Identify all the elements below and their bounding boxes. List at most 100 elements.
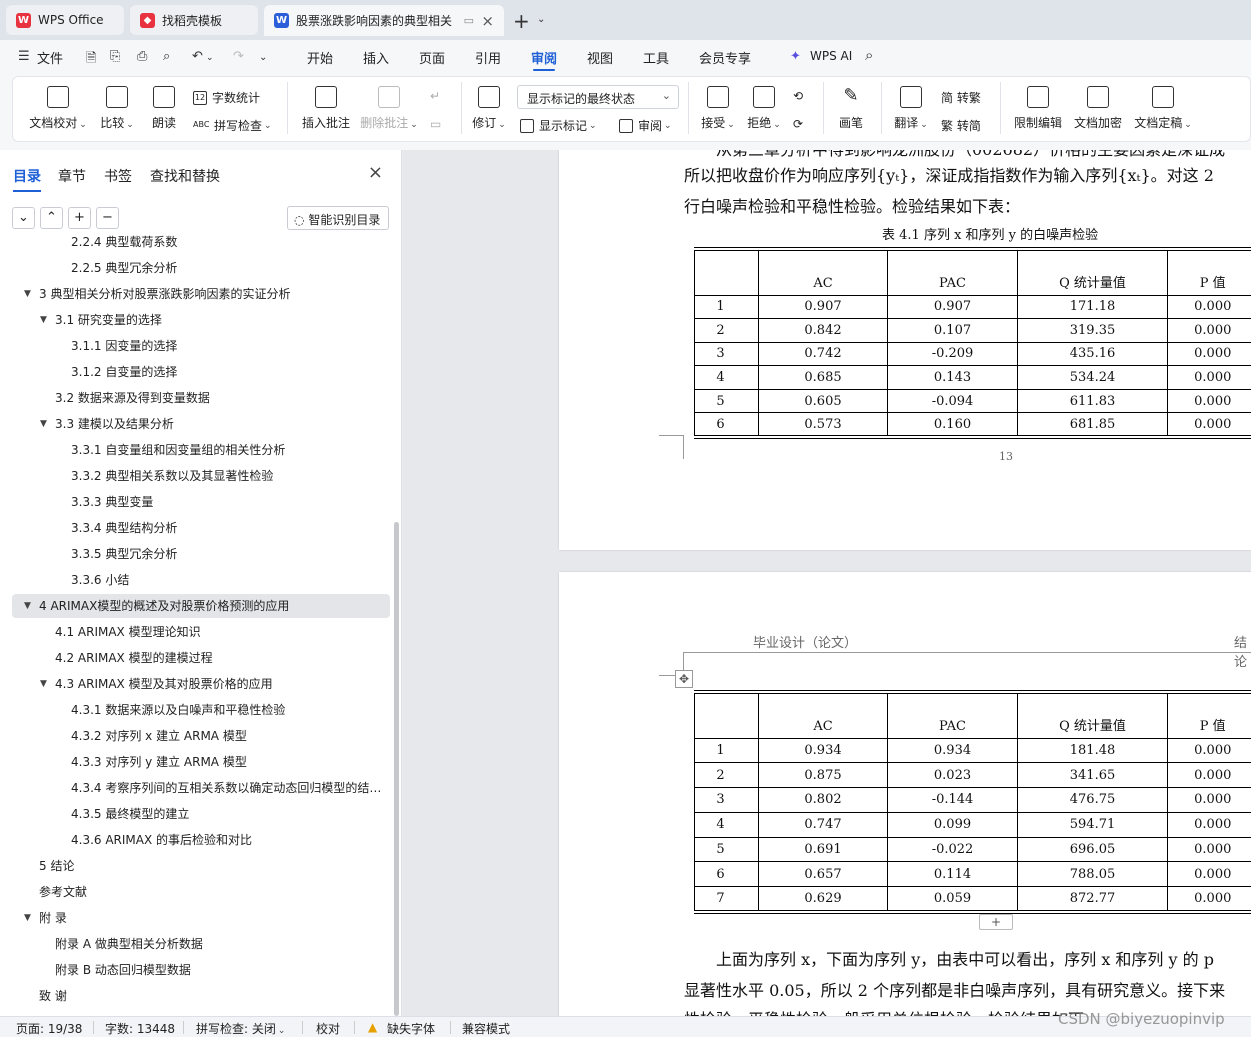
missing-font-status[interactable]: 缺失字体 — [387, 1020, 435, 1037]
menu-start[interactable]: 开始 — [307, 48, 333, 67]
show-markup-button[interactable]: 显示标记 ⌄ — [520, 117, 597, 134]
reject-button[interactable]: 拒绝 ⌄ — [746, 86, 782, 131]
tab-wps-office[interactable]: W WPS Office — [6, 5, 124, 35]
toc-item[interactable]: 4.3.1 数据来源以及白噪声和平稳性检验 — [0, 698, 388, 722]
toc-item[interactable]: 3.3.5 典型冗余分析 — [0, 542, 388, 566]
toc-item[interactable]: 2.2.4 典型载荷系数 — [0, 235, 388, 254]
chevron-down-icon[interactable]: ⌄ — [259, 52, 267, 63]
expand-arrow-icon[interactable]: ▼ — [24, 906, 31, 930]
read-aloud-button[interactable]: 朗读 — [148, 86, 180, 131]
expand-arrow-icon[interactable]: ▼ — [40, 672, 47, 696]
insert-comment-button[interactable]: 插入批注 — [299, 86, 353, 131]
toc-item[interactable]: 4.3.5 最终模型的建立 — [0, 802, 388, 826]
collapse-up-button[interactable]: ⌃ — [40, 207, 63, 229]
page-indicator[interactable]: 页面: 19/38 — [16, 1020, 82, 1037]
expand-arrow-icon[interactable]: ▼ — [24, 594, 31, 618]
sidebar-scrollbar[interactable] — [394, 522, 399, 1016]
toc-item[interactable]: ▼ 附 录 — [0, 906, 388, 930]
toc-item[interactable]: 4.1 ARIMAX 模型理论知识 — [0, 620, 388, 644]
previous-comment-icon[interactable]: ↵ — [430, 89, 440, 103]
toc-item[interactable]: 4.3.4 考察序列间的互相关系数以确定动态回归模型的结… — [0, 776, 388, 800]
menu-reference[interactable]: 引用 — [475, 48, 501, 67]
toc-item[interactable]: 2.2.5 典型冗余分析 — [0, 256, 388, 280]
compare-button[interactable]: 比较 ⌄ — [98, 86, 136, 131]
menu-view[interactable]: 视图 — [587, 48, 613, 67]
menu-page[interactable]: 页面 — [419, 48, 445, 67]
toc-item[interactable]: ▼ 4.3 ARIMAX 模型及其对股票价格的应用 — [0, 672, 388, 696]
menu-insert[interactable]: 插入 — [363, 48, 389, 67]
toc-item[interactable]: 3.3.6 小结 — [0, 568, 388, 592]
toc-item[interactable]: ▼ 3.1 研究变量的选择 — [0, 308, 388, 332]
delete-comment-button[interactable]: 删除批注 ⌄ — [360, 86, 418, 131]
toc-item[interactable]: 参考文献 — [0, 880, 388, 904]
toc-item[interactable]: 3.2 数据来源及得到变量数据 — [0, 386, 388, 410]
spell-check-status[interactable]: 拼写检查: 关闭 ⌄ — [196, 1020, 285, 1037]
toc-item[interactable]: 附录 B 动态回归模型数据 — [0, 958, 388, 982]
close-tab-icon[interactable]: × — [481, 12, 494, 30]
undo-icon[interactable]: ↶ — [192, 49, 203, 64]
toc-item[interactable]: ▼ 3.3 建模以及结果分析 — [0, 412, 388, 436]
toc-item[interactable]: 4.3.2 对序列 x 建立 ARMA 模型 — [0, 724, 388, 748]
toc-item[interactable]: 4.3.6 ARIMAX 的事后检验和对比 — [0, 828, 388, 852]
tab-document[interactable]: W 股票涨跌影响因素的典型相关 ▭ × — [264, 5, 504, 36]
menu-file[interactable]: 文件 — [37, 48, 63, 67]
new-tab-icon[interactable]: + — [513, 9, 530, 33]
expand-arrow-icon[interactable]: ▼ — [40, 308, 47, 332]
revise-button[interactable]: 修订 ⌄ — [470, 86, 508, 131]
menu-wps-ai[interactable]: WPS AI — [810, 49, 852, 63]
toc-item[interactable]: 4.2 ARIMAX 模型的建模过程 — [0, 646, 388, 670]
smart-toc-button[interactable]: ◌ 智能识别目录 — [287, 206, 389, 230]
pen-button[interactable]: ✎ 画笔 — [836, 86, 866, 131]
toc-item[interactable]: 致 谢 — [0, 984, 388, 1008]
chevron-down-icon[interactable]: ⌄ — [206, 53, 214, 63]
expand-arrow-icon[interactable]: ▼ — [40, 412, 47, 436]
monitor-icon[interactable]: ▭ — [464, 14, 474, 27]
print-icon[interactable]: ⎙ — [137, 49, 147, 64]
review-pane-button[interactable]: 审阅 ⌄ — [619, 117, 672, 134]
restrict-edit-button[interactable]: 限制编辑 — [1012, 86, 1064, 131]
toc-item[interactable]: 3.3.3 典型变量 — [0, 490, 388, 514]
close-icon[interactable]: × — [368, 162, 383, 183]
finalize-button[interactable]: 文档定稿 ⌄ — [1132, 86, 1194, 131]
print-preview-icon[interactable]: ⌕ — [163, 49, 170, 64]
expand-arrow-icon[interactable]: ▼ — [24, 282, 31, 306]
toc-item[interactable]: ▼ 3 典型相关分析对股票涨跌影响因素的实证分析 — [0, 282, 388, 306]
add-table-row-button[interactable]: + — [979, 914, 1013, 930]
toc-item[interactable]: 5 结论 — [0, 854, 388, 878]
accept-button[interactable]: 接受 ⌄ — [700, 86, 736, 131]
tab-sections[interactable]: 章节 — [58, 166, 86, 186]
to-traditional-button[interactable]: 简 转繁 — [941, 89, 981, 106]
toc-item[interactable]: 3.1.1 因变量的选择 — [0, 334, 388, 358]
doc-proof-button[interactable]: 文档校对 ⌄ — [28, 86, 88, 131]
search-icon[interactable]: ⌕ — [865, 46, 873, 64]
add-toc-item-button[interactable]: + — [68, 207, 91, 229]
table-move-handle-icon[interactable]: ✥ — [675, 670, 693, 688]
remove-toc-item-button[interactable]: − — [96, 207, 119, 229]
redo-icon[interactable]: ↷ — [233, 49, 244, 64]
translate-button[interactable]: 翻译 ⌄ — [893, 86, 929, 131]
track-state-select[interactable]: 显示标记的最终状态 ⌄ — [517, 85, 679, 109]
toc-item[interactable]: 3.1.2 自变量的选择 — [0, 360, 388, 384]
next-change-icon[interactable]: ⟳ — [793, 117, 803, 131]
export-icon[interactable]: ⎘ — [110, 49, 120, 64]
tab-find-replace[interactable]: 查找和替换 — [150, 166, 220, 186]
to-simplified-button[interactable]: 繁 转简 — [941, 117, 981, 134]
word-count-indicator[interactable]: 字数: 13448 — [105, 1020, 175, 1037]
next-comment-icon[interactable]: ▭ — [430, 117, 441, 131]
spell-check-button[interactable]: ABC 拼写检查 ⌄ — [193, 117, 272, 134]
proof-status[interactable]: 校对 — [316, 1020, 340, 1037]
tab-bookmarks[interactable]: 书签 — [104, 166, 132, 186]
toc-item[interactable]: 3.3.4 典型结构分析 — [0, 516, 388, 540]
toc-item[interactable]: 3.3.2 典型相关系数以及其显著性检验 — [0, 464, 388, 488]
word-count-button[interactable]: 12 字数统计 — [193, 89, 260, 106]
chevron-down-icon[interactable]: ⌄ — [537, 14, 545, 25]
expand-down-button[interactable]: ⌄ — [12, 207, 35, 229]
toc-item[interactable]: ▼ 4 ARIMAX模型的概述及对股票价格预测的应用 — [12, 594, 390, 618]
hamburger-icon[interactable]: ☰ — [18, 49, 30, 64]
tab-docer[interactable]: ◆ 找稻壳模板 — [130, 5, 258, 35]
previous-change-icon[interactable]: ⟲ — [793, 89, 803, 103]
toc-item[interactable]: 3.3.1 自变量组和因变量组的相关性分析 — [0, 438, 388, 462]
toc-item[interactable]: 4.3.3 对序列 y 建立 ARMA 模型 — [0, 750, 388, 774]
save-icon[interactable]: 🗎 — [86, 49, 96, 71]
menu-member[interactable]: 会员专享 — [699, 48, 751, 67]
